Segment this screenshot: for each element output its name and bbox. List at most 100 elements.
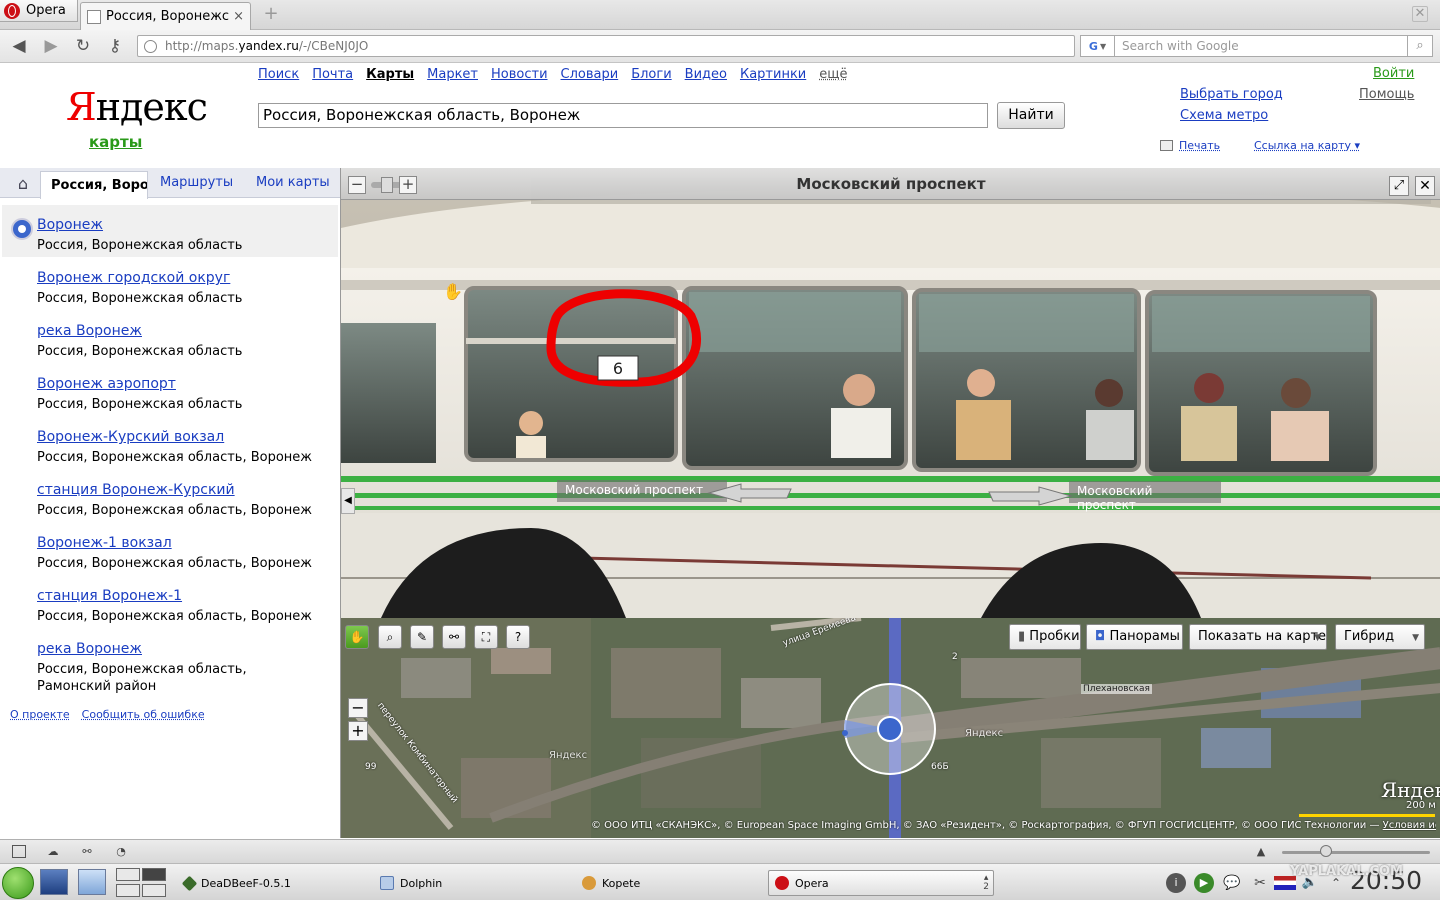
- list-item[interactable]: Воронеж-1 вокзал Россия, Воронежская обл…: [2, 523, 338, 575]
- what-is-here-tool-icon[interactable]: ?: [506, 625, 530, 649]
- panorama-viewpoint-icon[interactable]: [841, 680, 939, 778]
- fullscreen-icon[interactable]: ⤢: [1389, 176, 1409, 196]
- traffic-toggle-button[interactable]: ▮ Пробки: [1009, 624, 1081, 650]
- turbo-gauge-icon[interactable]: ◔: [114, 845, 128, 858]
- move-backward-arrow-icon[interactable]: [707, 482, 793, 504]
- map-search-input[interactable]: Россия, Воронежская область, Воронеж: [258, 103, 988, 128]
- virtual-desktop-4[interactable]: [142, 884, 166, 897]
- virtual-desktop-1[interactable]: [116, 868, 140, 881]
- cloud-icon[interactable]: ☁: [46, 845, 60, 858]
- browser-tab[interactable]: Россия, Воронежс... ×: [80, 2, 251, 30]
- close-tab-icon[interactable]: ×: [233, 9, 244, 24]
- route-tool-icon[interactable]: ⚯: [442, 625, 466, 649]
- report-error-link[interactable]: Сообщить об ошибке: [82, 708, 205, 721]
- kde-menu-icon[interactable]: [2, 867, 34, 899]
- service-link-more[interactable]: ещё: [819, 67, 847, 82]
- virtual-desktop-2[interactable]: [142, 868, 166, 881]
- panel-toggle-icon[interactable]: [12, 845, 26, 858]
- result-name[interactable]: река Воронеж: [37, 323, 338, 340]
- result-name[interactable]: Воронеж аэропорт: [37, 376, 338, 393]
- about-link[interactable]: О проекте: [10, 708, 70, 721]
- chat-icon[interactable]: 💬: [1222, 873, 1242, 893]
- map-zoom-out-button[interactable]: −: [348, 698, 368, 718]
- maps-service-link[interactable]: карты: [89, 133, 142, 151]
- ruler-tool-icon[interactable]: ✎: [410, 625, 434, 649]
- list-item[interactable]: река Воронеж Россия, Воронежская область: [2, 311, 338, 363]
- tab-search-results[interactable]: Россия, Вороне: [40, 171, 148, 199]
- task-kopete[interactable]: Kopete: [576, 870, 766, 896]
- result-name[interactable]: Воронеж: [37, 217, 338, 234]
- list-item[interactable]: Воронеж Россия, Воронежская область: [2, 205, 338, 257]
- page-zoom-thumb[interactable]: [1320, 845, 1332, 857]
- search-engine-selector[interactable]: G ▼: [1080, 35, 1114, 57]
- share-icon[interactable]: ⚯: [80, 845, 94, 858]
- tab-my-maps[interactable]: Мои карты: [256, 175, 330, 190]
- play-icon[interactable]: ▶: [1194, 873, 1214, 893]
- map-type-dropdown[interactable]: Гибрид ▼: [1335, 624, 1425, 650]
- task-dolphin[interactable]: Dolphin: [374, 870, 564, 896]
- service-link-dictionaries[interactable]: Словари: [561, 67, 619, 82]
- service-link-news[interactable]: Новости: [491, 67, 548, 82]
- url-path: /-/CBeNJ0JO: [298, 39, 369, 53]
- add-object-tool-icon[interactable]: ⛶: [474, 625, 498, 649]
- list-item[interactable]: река Воронеж Россия, Воронежская область…: [2, 629, 338, 699]
- print-link[interactable]: Печать: [1160, 139, 1220, 152]
- service-link-blogs[interactable]: Блоги: [631, 67, 671, 82]
- scissors-icon[interactable]: ✂: [1250, 873, 1270, 893]
- search-icon[interactable]: ⌕: [1408, 35, 1433, 57]
- hand-drag-tool-icon[interactable]: ✋: [345, 625, 369, 649]
- result-name[interactable]: Воронеж городской округ: [37, 270, 338, 287]
- virtual-desktop-3[interactable]: [116, 884, 140, 897]
- service-link-market[interactable]: Маркет: [427, 67, 478, 82]
- task-deadbeef[interactable]: DeaDBeeF-0.5.1: [178, 870, 368, 896]
- zoom-area-tool-icon[interactable]: ⌕: [378, 625, 402, 649]
- result-name[interactable]: река Воронеж: [37, 641, 318, 658]
- result-name[interactable]: станция Воронеж-Курский: [37, 482, 338, 499]
- url-input[interactable]: http://maps. yandex.ru/-/CBeNJ0JO: [137, 35, 1075, 57]
- result-name[interactable]: станция Воронеж-1: [37, 588, 338, 605]
- move-forward-arrow-icon[interactable]: [987, 485, 1073, 507]
- forward-arrow-icon[interactable]: ▶: [40, 35, 62, 57]
- close-panorama-icon[interactable]: ✕: [1415, 176, 1435, 196]
- list-item[interactable]: Воронеж городской округ Россия, Воронежс…: [2, 258, 338, 310]
- info-icon[interactable]: i: [1166, 873, 1186, 893]
- show-on-map-dropdown[interactable]: Показать на карте ▼: [1189, 624, 1327, 650]
- chevron-up-icon[interactable]: ▲: [1254, 845, 1268, 858]
- choose-city-link[interactable]: Выбрать город: [1180, 87, 1283, 102]
- web-search-input[interactable]: Search with Google: [1114, 35, 1408, 57]
- service-link-images[interactable]: Картинки: [740, 67, 806, 82]
- map-zoom-in-button[interactable]: +: [348, 721, 368, 741]
- desktop-launcher-icon[interactable]: [40, 869, 68, 895]
- panoramas-toggle-button[interactable]: ◘ Панорамы: [1086, 624, 1183, 650]
- opera-menu-button[interactable]: Opera: [0, 0, 78, 22]
- tab-routes[interactable]: Маршруты: [160, 175, 233, 190]
- list-item[interactable]: Воронеж аэропорт Россия, Воронежская обл…: [2, 364, 338, 416]
- list-item[interactable]: Воронеж-Курский вокзал Россия, Воронежск…: [2, 417, 338, 469]
- street-panorama[interactable]: 6 − + Московский проспект ⤢ ✕ ◀ Московск…: [340, 168, 1440, 618]
- home-icon[interactable]: ⌂: [8, 172, 38, 196]
- window-close-icon[interactable]: ✕: [1412, 6, 1428, 22]
- file-manager-launcher-icon[interactable]: [78, 869, 106, 895]
- list-item[interactable]: станция Воронеж-1 Россия, Воронежская об…: [2, 576, 338, 628]
- collapse-sidebar-icon[interactable]: ◀: [341, 488, 355, 514]
- key-icon[interactable]: ⚷: [104, 35, 126, 57]
- new-tab-button[interactable]: +: [262, 5, 280, 24]
- service-link-mail[interactable]: Почта: [312, 67, 353, 82]
- result-name[interactable]: Воронеж-1 вокзал: [37, 535, 338, 552]
- service-link-search[interactable]: Поиск: [258, 67, 299, 82]
- login-link[interactable]: Войти: [1373, 66, 1414, 81]
- map-link-dropdown[interactable]: Ссылка на карту ▾: [1254, 139, 1360, 152]
- service-link-video[interactable]: Видео: [685, 67, 727, 82]
- back-arrow-icon[interactable]: ◀: [8, 35, 30, 57]
- reload-icon[interactable]: ↻: [72, 35, 94, 57]
- metro-map-link[interactable]: Схема метро: [1180, 108, 1268, 123]
- task-opera[interactable]: Opera ▴ 2: [768, 870, 994, 896]
- satellite-map[interactable]: ✋ ⌕ ✎ ⚯ ⛶ ? ▮ Пробки ◘ Панорамы Показать…: [340, 618, 1440, 838]
- page-zoom-slider[interactable]: [1282, 851, 1430, 854]
- yandex-logo[interactable]: Яндекс: [66, 85, 208, 129]
- help-link[interactable]: Помощь: [1359, 87, 1414, 102]
- terms-link[interactable]: Условия использования: [1383, 820, 1436, 831]
- list-item[interactable]: станция Воронеж-Курский Россия, Воронежс…: [2, 470, 338, 522]
- result-name[interactable]: Воронеж-Курский вокзал: [37, 429, 338, 446]
- find-button[interactable]: Найти: [997, 102, 1065, 129]
